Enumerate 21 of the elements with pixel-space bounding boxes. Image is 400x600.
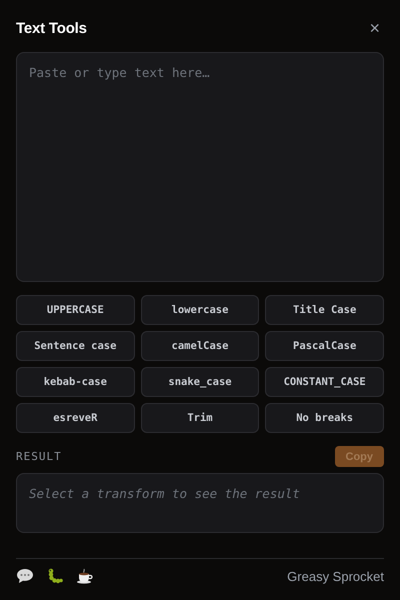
close-button[interactable]: × xyxy=(365,18,384,38)
transform-button[interactable]: kebab-case xyxy=(16,367,135,397)
transform-button[interactable]: snake_case xyxy=(140,367,260,397)
result-field[interactable]: Select a transform to see the result xyxy=(16,473,384,533)
transform-button[interactable]: camelCase xyxy=(140,331,260,361)
transform-button[interactable]: UPPERCASE xyxy=(16,295,135,325)
window-title: Text Tools xyxy=(16,20,87,36)
transform-button[interactable]: Title Case xyxy=(265,295,384,325)
result-label: RESULT xyxy=(16,450,62,463)
text-input-field[interactable]: Paste or type text here… xyxy=(16,52,384,282)
transform-button[interactable]: No breaks xyxy=(265,403,384,433)
transform-button[interactable]: CONSTANT_CASE xyxy=(265,367,384,397)
author-name: Greasy Sprocket xyxy=(287,568,384,584)
speech-bubble-icon[interactable] xyxy=(16,568,34,584)
transform-button[interactable]: Sentence case xyxy=(16,331,135,361)
transform-button[interactable]: lowercase xyxy=(140,295,260,325)
transform-button[interactable]: PascalCase xyxy=(265,331,384,361)
caterpillar-icon[interactable] xyxy=(47,568,63,584)
coffee-cup-icon[interactable] xyxy=(76,568,93,584)
transform-button[interactable]: Trim xyxy=(140,403,260,433)
transform-button[interactable]: esreveR xyxy=(16,403,135,433)
